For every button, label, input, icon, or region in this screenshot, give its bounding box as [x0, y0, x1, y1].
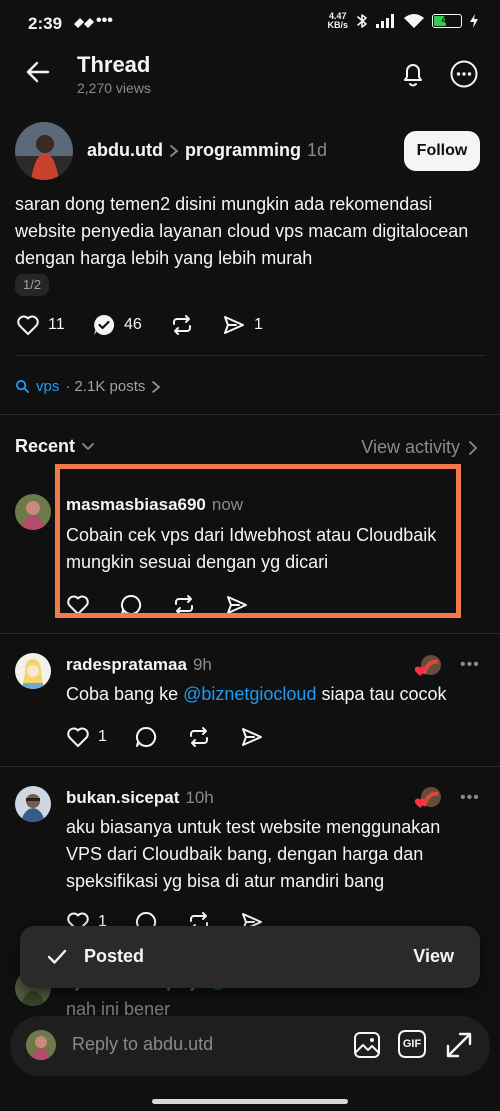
- topic-post-count: · 2.1K posts: [65, 378, 146, 395]
- page-title: Thread: [77, 52, 151, 77]
- send-icon: [222, 313, 246, 337]
- liked-by-author-avatar: [414, 654, 444, 678]
- view-count: 2,270 views: [77, 80, 151, 96]
- view-activity-link[interactable]: View activity: [361, 437, 478, 458]
- verified-reply-icon: [92, 313, 116, 337]
- liked-by-author-avatar: [414, 786, 444, 810]
- like-count: 11: [48, 316, 65, 333]
- reply-username[interactable]: bukan.sicepat: [66, 788, 179, 807]
- post-text: saran dong temen2 disini mungkin ada rek…: [15, 194, 469, 268]
- view-activity-label: View activity: [361, 437, 460, 457]
- reply-avatar[interactable]: [15, 494, 51, 530]
- share-button[interactable]: [240, 725, 264, 749]
- home-indicator[interactable]: [152, 1099, 348, 1104]
- reply-count: 46: [124, 316, 142, 333]
- reply-avatar[interactable]: [15, 786, 51, 822]
- repost-icon: [170, 313, 194, 337]
- author-avatar[interactable]: [15, 122, 73, 180]
- reply-input[interactable]: Reply to abdu.utd: [72, 1034, 213, 1055]
- like-button[interactable]: 1: [66, 725, 134, 749]
- divider: [0, 766, 500, 767]
- sort-label: Recent: [15, 436, 76, 456]
- sort-dropdown[interactable]: Recent: [15, 436, 95, 457]
- checkmark-icon: [46, 946, 68, 968]
- reply-header: bukan.sicepat 10h: [66, 788, 214, 808]
- divider: [15, 355, 485, 356]
- more-options-button[interactable]: [449, 59, 479, 89]
- topic-tag: vps: [36, 378, 60, 395]
- share-count: 1: [254, 316, 263, 333]
- status-icons: 4.47 KB/s 43: [327, 12, 478, 30]
- post-header: abdu.utd programming 1d: [87, 140, 327, 161]
- divider: [0, 633, 500, 634]
- search-icon: [15, 379, 30, 394]
- follow-button[interactable]: Follow: [404, 131, 480, 171]
- chevron-down-icon: [81, 442, 95, 452]
- reply-header: radespratamaa 9h: [66, 655, 212, 675]
- chevron-right-icon: [169, 144, 179, 158]
- page-indicator: 1/2: [15, 274, 50, 296]
- toast-label: Posted: [84, 946, 145, 966]
- notification-bell-button[interactable]: [398, 59, 428, 89]
- like-count: 1: [98, 728, 107, 745]
- back-button[interactable]: [24, 58, 52, 86]
- more-notifications-icon: •••: [96, 12, 113, 29]
- reply-composer[interactable]: Reply to abdu.utd GIF: [10, 1016, 490, 1076]
- reply-avatar[interactable]: [15, 653, 51, 689]
- reply-text: aku biasanya untuk test website mengguna…: [66, 817, 441, 891]
- divider: [0, 414, 500, 415]
- author-username[interactable]: abdu.utd: [87, 140, 163, 161]
- reply-more-button[interactable]: •••: [460, 789, 480, 807]
- chevron-right-icon: [468, 440, 478, 456]
- status-time: 2:39: [28, 14, 63, 33]
- highlight-box: [55, 464, 461, 618]
- chevron-right-icon: [151, 380, 161, 394]
- battery-icon: 43: [432, 14, 462, 28]
- reply-time: 9h: [192, 655, 212, 674]
- heart-icon: [16, 313, 40, 337]
- post-actions: 11 46 1: [16, 313, 263, 337]
- image-icon[interactable]: [352, 1030, 382, 1060]
- topic-link[interactable]: vps · 2.1K posts: [15, 378, 161, 395]
- reply-text: Coba bang ke @biznetgiocloud siapa tau c…: [66, 684, 447, 704]
- repost-button[interactable]: [170, 313, 222, 337]
- bluetooth-icon: [356, 13, 368, 29]
- post-topic[interactable]: programming: [185, 140, 301, 161]
- like-button[interactable]: 11: [16, 313, 92, 337]
- reply-button[interactable]: [134, 725, 187, 749]
- app-notification-icon: [72, 16, 98, 32]
- posted-toast: Posted View: [20, 926, 480, 988]
- reply-username[interactable]: radespratamaa: [66, 655, 187, 674]
- expand-icon[interactable]: [444, 1030, 474, 1060]
- mention-link[interactable]: @biznetgiocloud: [183, 684, 316, 704]
- reply-actions: 1: [66, 725, 264, 749]
- repost-button[interactable]: [187, 725, 240, 749]
- wifi-icon: [404, 14, 424, 28]
- signal-icon: [376, 14, 396, 28]
- charging-icon: [470, 14, 478, 28]
- post-time: 1d: [307, 140, 328, 160]
- composer-avatar: [26, 1030, 56, 1060]
- toast-view-button[interactable]: View: [413, 946, 454, 967]
- reply-time: 10h: [185, 788, 214, 807]
- share-button[interactable]: 1: [222, 313, 263, 337]
- reply-more-button[interactable]: •••: [460, 656, 480, 674]
- replies-button[interactable]: 46: [92, 313, 170, 337]
- gif-icon[interactable]: GIF: [398, 1030, 426, 1058]
- net-speed: 4.47 KB/s: [327, 11, 348, 30]
